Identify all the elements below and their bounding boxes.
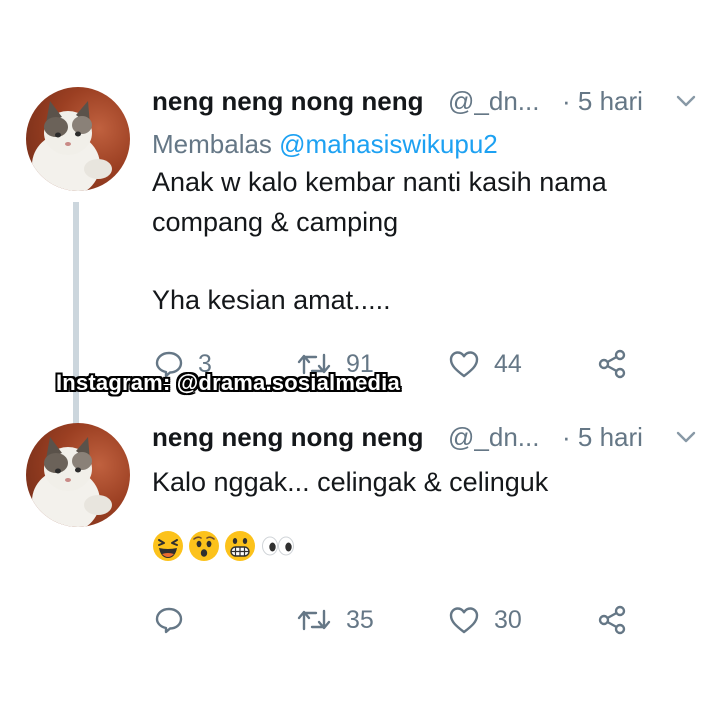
- tweet-timestamp[interactable]: · 5 hari: [562, 86, 643, 117]
- replying-to-label: Membalas: [152, 129, 280, 159]
- tweet-text-line: Anak w kalo kembar nanti kasih nama: [152, 167, 607, 197]
- share-icon: [598, 605, 626, 635]
- cat-avatar-image: [32, 437, 112, 527]
- emoji-row: [152, 530, 702, 562]
- tweet-text: Kalo nggak... celingak & celinguk: [152, 462, 702, 502]
- eyes-emoji: [262, 536, 294, 556]
- thread-connector-line: [73, 202, 79, 442]
- tweet-text-line: compang & camping: [152, 207, 399, 237]
- like-icon: [449, 607, 479, 634]
- tweet-text: Anak w kalo kembar nanti kasih nama comp…: [152, 162, 702, 320]
- avatar[interactable]: [26, 87, 130, 191]
- tweet-content: neng neng nong neng @_dn... · 5 hari Kal…: [152, 420, 702, 635]
- watermark-text: Instagram: @drama.sosialmedia: [56, 370, 400, 395]
- reply-mention-link[interactable]: @mahasiswikupu2: [279, 129, 498, 159]
- author-handle[interactable]: @_dn...: [448, 422, 539, 453]
- retweet-icon: [297, 609, 331, 631]
- like-count: 30: [494, 605, 522, 634]
- retweet-button[interactable]: 35: [296, 602, 374, 638]
- tweet-actions: 35 30: [152, 602, 702, 638]
- tweet-text-line: Kalo nggak... celingak & celinguk: [152, 467, 549, 497]
- retweet-count: 35: [346, 605, 374, 634]
- like-button[interactable]: 30: [448, 602, 522, 638]
- cat-avatar-image: [32, 101, 112, 191]
- share-icon: [598, 349, 626, 379]
- avatar[interactable]: [26, 423, 130, 527]
- like-icon: [449, 351, 479, 378]
- hushed-face-emoji: [189, 531, 219, 561]
- tweet-content: neng neng nong neng @_dn... · 5 hari Mem…: [152, 84, 702, 379]
- tweet-timestamp[interactable]: · 5 hari: [562, 422, 643, 453]
- laughing-squint-emoji: [153, 531, 183, 561]
- author-name[interactable]: neng neng nong neng: [152, 86, 424, 117]
- author-name[interactable]: neng neng nong neng: [152, 422, 424, 453]
- author-handle[interactable]: @_dn...: [448, 86, 539, 117]
- replying-to: Membalas @mahasiswikupu2: [152, 128, 702, 160]
- tweet-1[interactable]: neng neng nong neng @_dn... · 5 hari Mem…: [0, 84, 720, 442]
- tweet-header: neng neng nong neng @_dn... · 5 hari: [152, 420, 702, 454]
- grimacing-face-emoji: [225, 531, 255, 561]
- chevron-down-icon[interactable]: [676, 94, 696, 108]
- reply-button[interactable]: [154, 602, 198, 638]
- share-button[interactable]: [596, 602, 628, 638]
- share-button[interactable]: [596, 346, 628, 382]
- reply-icon: [155, 607, 183, 634]
- tweet-text-line: Yha kesian amat.....: [152, 285, 391, 315]
- like-count: 44: [494, 349, 522, 378]
- tweet-2[interactable]: neng neng nong neng @_dn... · 5 hari Kal…: [0, 420, 720, 660]
- chevron-down-icon[interactable]: [676, 430, 696, 444]
- tweet-header: neng neng nong neng @_dn... · 5 hari: [152, 84, 702, 118]
- like-button[interactable]: 44: [448, 346, 522, 382]
